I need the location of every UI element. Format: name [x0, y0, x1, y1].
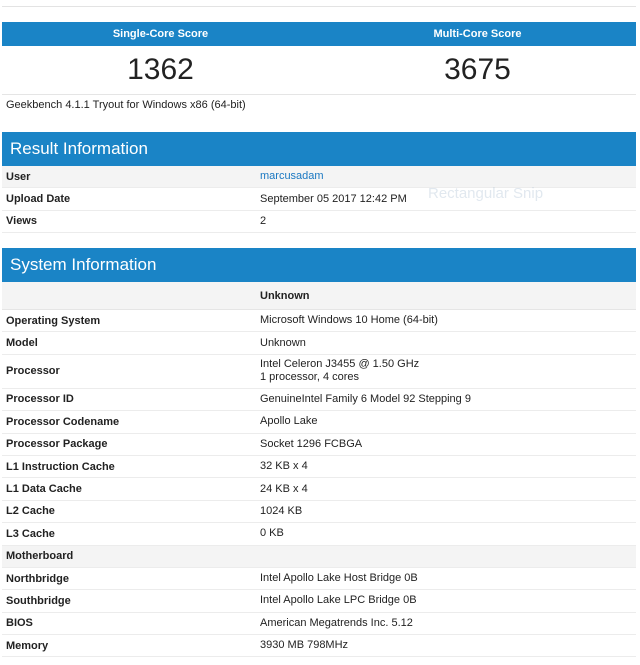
row-value: Microsoft Windows 10 Home (64-bit)	[260, 314, 438, 327]
row-key: Processor	[6, 365, 60, 378]
row-value: 3930 MB 798MHz	[260, 639, 349, 652]
column-header-label: Unknown	[260, 289, 310, 302]
table-row: Southbridge Intel Apollo Lake LPC Bridge…	[2, 590, 636, 613]
row-value: Intel Celeron J3455 @ 1.50 GHz 1 process…	[260, 358, 636, 384]
row-key: L3 Cache	[6, 527, 55, 540]
row-value: Unknown	[260, 336, 306, 349]
row-key: Operating System	[6, 314, 101, 327]
table-row: Memory 3930 MB 798MHz	[2, 635, 636, 658]
row-value: Apollo Lake	[260, 415, 318, 428]
result-information-section: Result Information User marcusadam Uploa…	[2, 132, 636, 234]
row-key: Memory	[6, 639, 49, 652]
system-information-title: System Information	[2, 248, 636, 282]
row-key: Processor Codename	[6, 415, 120, 428]
row-key: Northbridge	[6, 572, 69, 585]
table-row: Processor ID GenuineIntel Family 6 Model…	[2, 389, 636, 412]
row-value: Socket 1296 FCBGA	[260, 437, 363, 450]
multi-core-label: Multi-Core Score	[433, 28, 522, 40]
row-key: Processor Package	[6, 438, 108, 451]
table-row: L1 Instruction Cache 32 KB x 4	[2, 456, 636, 479]
table-row: Model Unknown	[2, 332, 636, 355]
row-value: 32 KB x 4	[260, 460, 308, 473]
row-value: Intel Apollo Lake Host Bridge 0B	[260, 572, 418, 585]
row-key: User	[6, 170, 31, 183]
row-key: L2 Cache	[6, 505, 55, 518]
table-row: L1 Data Cache 24 KB x 4	[2, 478, 636, 501]
version-text: Geekbench 4.1.1 Tryout for Windows x86 (…	[6, 99, 246, 111]
table-row: Processor Codename Apollo Lake	[2, 411, 636, 434]
table-row: Northbridge Intel Apollo Lake Host Bridg…	[2, 568, 636, 591]
row-value: September 05 2017 12:42 PM	[260, 192, 407, 205]
table-row: Views 2	[2, 211, 636, 234]
row-key: Processor ID	[6, 393, 74, 406]
single-core-score: 1362	[127, 53, 194, 86]
table-row: Upload Date September 05 2017 12:42 PM	[2, 188, 636, 211]
table-row: Processor Intel Celeron J3455 @ 1.50 GHz…	[2, 355, 636, 389]
table-row: Operating System Microsoft Windows 10 Ho…	[2, 310, 636, 333]
multi-core-score: 3675	[444, 53, 511, 86]
table-row: Processor Package Socket 1296 FCBGA	[2, 434, 636, 456]
top-divider	[2, 6, 636, 7]
user-link[interactable]: marcusadam	[260, 170, 636, 183]
single-core-label: Single-Core Score	[112, 28, 209, 40]
row-key: L1 Data Cache	[6, 483, 82, 496]
result-information-title: Result Information	[2, 132, 636, 166]
row-value: 2	[260, 214, 267, 227]
processor-name: Intel Celeron J3455 @ 1.50 GHz	[260, 358, 420, 371]
row-value: 1024 KB	[260, 504, 303, 517]
score-values: 1362 3675	[2, 46, 636, 95]
table-row: L3 Cache 0 KB	[2, 523, 636, 546]
score-panel: Single-Core Score Multi-Core Score 1362 …	[2, 22, 636, 95]
row-key: BIOS	[6, 617, 33, 630]
row-key: Model	[6, 337, 38, 350]
row-key: Views	[6, 215, 37, 228]
table-row: L2 Cache 1024 KB	[2, 501, 636, 524]
processor-cores: 1 processor, 4 cores	[260, 371, 360, 384]
row-value: American Megatrends Inc. 5.12	[260, 616, 413, 629]
row-value: Intel Apollo Lake LPC Bridge 0B	[260, 594, 417, 607]
score-header: Single-Core Score Multi-Core Score	[2, 22, 636, 46]
row-key: Southbridge	[6, 594, 71, 607]
row-key: Motherboard	[6, 550, 74, 563]
row-key: L1 Instruction Cache	[6, 460, 115, 473]
table-row: User marcusadam	[2, 166, 636, 189]
system-column-header: Unknown	[2, 282, 636, 310]
table-row: Motherboard	[2, 545, 636, 568]
row-value: 24 KB x 4	[260, 482, 308, 495]
row-value: 0 KB	[260, 527, 284, 540]
table-row: BIOS American Megatrends Inc. 5.12	[2, 613, 636, 636]
row-key: Upload Date	[6, 193, 71, 206]
row-value: GenuineIntel Family 6 Model 92 Stepping …	[260, 392, 471, 405]
system-information-section: System Information Unknown Operating Sys…	[2, 248, 636, 658]
